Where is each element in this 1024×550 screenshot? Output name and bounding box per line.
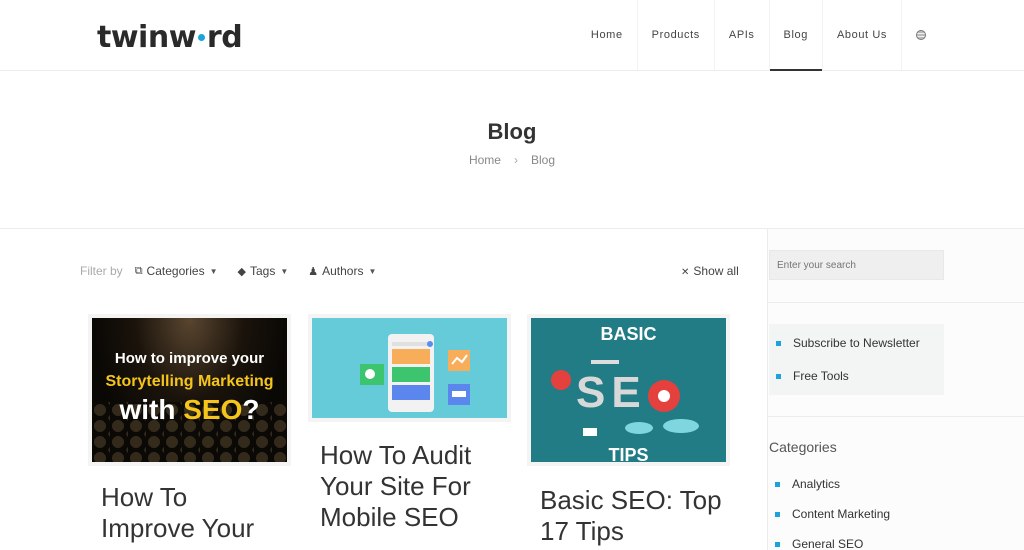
caret-down-icon: ▼ [368, 266, 377, 276]
magnifier-icon [365, 369, 375, 379]
thumb-text-bottom: TIPS [608, 445, 649, 465]
filter-tags-dropdown[interactable]: ◆ Tags ▼ [238, 264, 289, 278]
sidebar-divider [768, 302, 1024, 303]
cloud-icon [625, 422, 653, 434]
caret-down-icon: ▼ [209, 266, 218, 276]
thumb-with: with [119, 394, 184, 425]
category-label: Content Marketing [792, 507, 891, 521]
breadcrumb: Home › Blog [0, 153, 1024, 167]
site-header: twinw rd Home Products APIs Blog About Us [0, 0, 1024, 73]
post-thumbnail[interactable]: How to improve your Storytelling Marketi… [88, 314, 291, 466]
user-icon: ♟ [308, 265, 319, 278]
post-title[interactable]: Basic SEO: Top 17 Tips [540, 485, 730, 547]
breadcrumb-separator-icon: › [513, 153, 518, 167]
filter-label: Filter by [80, 264, 123, 278]
tag-icon: ◆ [237, 265, 246, 278]
thumb-seo: SEO [183, 394, 243, 425]
sidebar: Subscribe to Newsletter Free Tools Categ… [767, 229, 1024, 550]
category-general-seo[interactable]: General SEO [775, 537, 863, 550]
mobile-audit-illustration [360, 334, 470, 412]
page-title-band: Blog Home › Blog [0, 71, 1024, 229]
link-free-tools[interactable]: Free Tools [776, 369, 849, 383]
truck-icon [583, 428, 597, 436]
megaphone-icon [591, 360, 619, 364]
caret-down-icon: ▼ [280, 266, 289, 276]
category-content-marketing[interactable]: Content Marketing [775, 507, 890, 521]
show-all-button[interactable]: ✕ Show all [681, 264, 739, 278]
filter-bar: Filter by ⧉ Categories ▼ ◆ Tags ▼ ♟ Auth… [80, 264, 396, 278]
bullet-icon [775, 511, 780, 517]
balloon-icon [551, 370, 571, 390]
nav-about-us[interactable]: About Us [821, 0, 901, 70]
filter-categories-dropdown[interactable]: ⧉ Categories ▼ [135, 264, 218, 278]
keyboard-icon [452, 391, 466, 397]
nav-products[interactable]: Products [636, 0, 714, 70]
show-all-label: Show all [693, 264, 739, 278]
bullet-icon [776, 373, 781, 379]
post-thumbnail[interactable]: BASIC SE TIPS [527, 314, 730, 466]
phone-block-blue [392, 385, 430, 400]
main-nav: Home Products APIs Blog About Us [577, 0, 940, 73]
link-label: Subscribe to Newsletter [793, 336, 920, 350]
filter-authors-dropdown[interactable]: ♟ Authors ▼ [308, 264, 376, 278]
filter-categories-label: Categories [146, 264, 205, 278]
logo[interactable]: twinw rd [97, 20, 243, 55]
phone-dot [427, 341, 433, 347]
page-title: Blog [487, 119, 537, 144]
logo-text-end: rd [206, 20, 243, 55]
gear-center [658, 390, 670, 402]
post-title[interactable]: How To Audit Your Site For Mobile SEO [320, 440, 510, 533]
logo-dot [197, 34, 205, 41]
language-selector[interactable] [901, 0, 940, 70]
sidebar-links: Subscribe to Newsletter Free Tools [769, 324, 944, 395]
phone-bar [392, 342, 430, 346]
bullet-icon [775, 541, 780, 547]
breadcrumb-home[interactable]: Home [469, 153, 501, 167]
sidebar-divider [768, 416, 1024, 417]
breadcrumb-current: Blog [530, 153, 556, 167]
nav-apis[interactable]: APIs [713, 0, 769, 70]
nav-home[interactable]: Home [577, 0, 637, 70]
phone-block-green [392, 367, 430, 382]
close-icon: ✕ [681, 267, 690, 278]
nav-blog[interactable]: Blog [768, 0, 823, 73]
logo-text-start: twinw [97, 20, 196, 55]
category-analytics[interactable]: Analytics [775, 477, 840, 491]
post-thumbnail[interactable] [308, 314, 511, 422]
thumb-question: ? [242, 394, 260, 425]
filter-tags-label: Tags [249, 264, 276, 278]
cloud-icon [663, 419, 699, 433]
thumb-text-line1: How to improve your [114, 350, 265, 367]
post-title[interactable]: How To Improve Your [101, 482, 281, 544]
link-subscribe-newsletter[interactable]: Subscribe to Newsletter [776, 336, 920, 350]
bullet-icon [776, 340, 781, 346]
category-label: Analytics [792, 477, 841, 491]
category-label: General SEO [792, 537, 864, 550]
phone-block-orange [392, 349, 430, 364]
search-input[interactable] [769, 250, 944, 280]
seo-illustration [551, 360, 699, 436]
categories-icon: ⧉ [134, 264, 143, 277]
thumb-text-line3: with SEO? [92, 394, 287, 426]
bullet-icon [775, 481, 780, 487]
globe-icon [916, 30, 926, 40]
link-label: Free Tools [793, 369, 849, 383]
categories-heading: Categories [769, 439, 837, 455]
thumb-text-line2: Storytelling Marketing [105, 373, 274, 390]
filter-authors-label: Authors [322, 264, 364, 278]
